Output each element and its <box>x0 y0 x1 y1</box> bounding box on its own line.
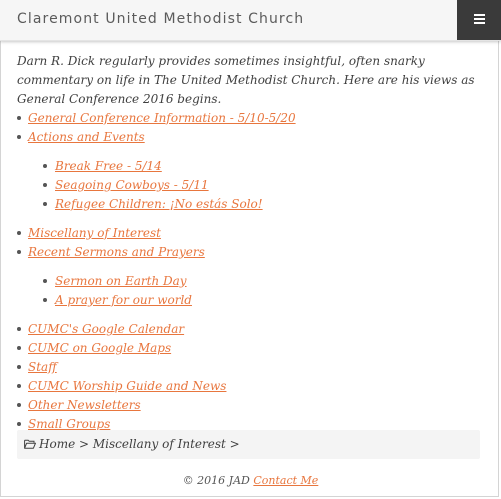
link-other-newsletters[interactable]: Other Newsletters <box>28 398 141 412</box>
list-item: A prayer for our world <box>28 291 482 310</box>
link-miscellany[interactable]: Miscellany of Interest <box>28 226 161 240</box>
list-item: General Conference Information - 5/10-5/… <box>17 109 482 128</box>
link-recent-sermons[interactable]: Recent Sermons and Prayers <box>28 245 205 259</box>
hamburger-icon <box>474 14 485 25</box>
link-sermon-earth-day[interactable]: Sermon on Earth Day <box>55 274 187 288</box>
link-small-groups[interactable]: Small Groups <box>28 417 110 431</box>
link-general-conference[interactable]: General Conference Information - 5/10-5/… <box>28 111 296 125</box>
copyright-text: © 2016 JAD <box>182 474 250 487</box>
breadcrumb-separator: > <box>225 437 240 451</box>
list-item: Staff <box>17 358 482 377</box>
site-header: Claremont United Methodist Church <box>0 0 501 41</box>
breadcrumb-separator: > <box>75 437 93 451</box>
link-google-calendar[interactable]: CUMC's Google Calendar <box>28 322 184 336</box>
list-item: Seagoing Cowboys - 5/11 <box>28 176 482 195</box>
list-item: Actions and Events Break Free - 5/14 Sea… <box>17 128 482 214</box>
main-content: Darn R. Dick regularly provides sometime… <box>17 52 482 434</box>
list-item: Miscellany of Interest <box>17 224 482 243</box>
breadcrumb-home-link[interactable]: Home <box>39 437 75 451</box>
footer: © 2016 JAD Contact Me <box>0 474 501 487</box>
sub-list: Sermon on Earth Day A prayer for our wor… <box>28 272 482 310</box>
menu-button[interactable] <box>457 0 501 40</box>
list-item: Other Newsletters <box>17 396 482 415</box>
list-item: CUMC on Google Maps <box>17 339 482 358</box>
site-title[interactable]: Claremont United Methodist Church <box>17 11 304 27</box>
breadcrumb-current: Miscellany of Interest <box>92 437 226 451</box>
link-staff[interactable]: Staff <box>28 360 57 374</box>
link-break-free[interactable]: Break Free - 5/14 <box>55 159 162 173</box>
list-item: Refugee Children: ¡No estás Solo! <box>28 195 482 214</box>
folder-open-icon <box>24 439 36 449</box>
list-item: CUMC Worship Guide and News <box>17 377 482 396</box>
list-item: CUMC's Google Calendar <box>17 320 482 339</box>
link-worship-guide[interactable]: CUMC Worship Guide and News <box>28 379 226 393</box>
contact-link[interactable]: Contact Me <box>253 474 318 487</box>
link-prayer-world[interactable]: A prayer for our world <box>55 293 192 307</box>
nav-list: General Conference Information - 5/10-5/… <box>17 109 482 434</box>
breadcrumb-text: Home > Miscellany of Interest > <box>39 430 240 459</box>
list-item: Break Free - 5/14 <box>28 157 482 176</box>
link-google-maps[interactable]: CUMC on Google Maps <box>28 341 171 355</box>
link-seagoing-cowboys[interactable]: Seagoing Cowboys - 5/11 <box>55 178 209 192</box>
sub-list: Break Free - 5/14 Seagoing Cowboys - 5/1… <box>28 157 482 214</box>
list-item: Sermon on Earth Day <box>28 272 482 291</box>
link-actions-events[interactable]: Actions and Events <box>28 130 145 144</box>
breadcrumb: Home > Miscellany of Interest > <box>17 430 480 459</box>
list-item: Recent Sermons and Prayers Sermon on Ear… <box>17 243 482 310</box>
link-refugee-children[interactable]: Refugee Children: ¡No estás Solo! <box>55 197 263 211</box>
intro-text: Darn R. Dick regularly provides sometime… <box>17 54 475 106</box>
